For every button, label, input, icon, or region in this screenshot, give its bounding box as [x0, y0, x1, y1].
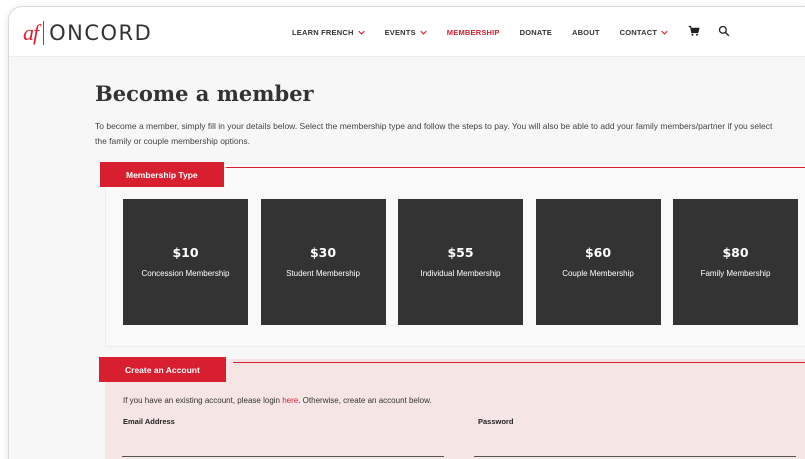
cart-icon[interactable] [688, 25, 702, 39]
nav-label: LEARN FRENCH [292, 27, 354, 37]
email-label: Email Address [123, 417, 175, 426]
card-price: $10 [172, 244, 199, 260]
section-divider [226, 167, 805, 168]
logo-divider [43, 21, 45, 45]
membership-type-section: Membership Type $10 Concession Membershi… [100, 162, 805, 347]
card-name: Individual Membership [420, 268, 501, 278]
intro-text: To become a member, simply fill in your … [95, 121, 773, 146]
nav-item-donate[interactable]: DONATE [520, 28, 552, 37]
card-price: $60 [584, 244, 612, 260]
membership-type-tab: Membership Type [100, 162, 224, 187]
create-account-section: Create an Account If you have an existin… [99, 357, 805, 459]
site-header: af ONCORD LEARN FRENCH EVENTS MEMBERSHIP… [9, 7, 805, 57]
login-prompt-after: . Otherwise, create an account below. [298, 396, 432, 405]
logo-mark: af [23, 20, 39, 45]
card-name: Concession Membership [141, 268, 230, 278]
card-name: Student Membership [286, 268, 360, 278]
login-prompt-before: If you have an existing account, please … [123, 396, 283, 405]
search-icon[interactable] [718, 25, 732, 39]
password-label: Password [478, 417, 514, 426]
email-field[interactable] [122, 431, 444, 457]
nav-label: MEMBERSHIP [446, 27, 500, 37]
section-divider [233, 362, 805, 363]
nav-label: EVENTS [384, 27, 416, 37]
page-title: Become a member [95, 81, 314, 106]
nav-item-events[interactable]: EVENTS [385, 28, 427, 37]
main-nav: LEARN FRENCH EVENTS MEMBERSHIP DONATE AB… [292, 25, 748, 39]
nav-label: ABOUT [571, 27, 600, 37]
chevron-down-icon [420, 30, 427, 35]
nav-item-contact[interactable]: CONTACT [620, 28, 669, 37]
card-price: $80 [722, 244, 749, 260]
membership-card-student[interactable]: $30 Student Membership [260, 199, 386, 325]
nav-label: DONATE [519, 27, 552, 37]
site-logo[interactable]: af ONCORD [23, 18, 152, 48]
card-price: $55 [447, 244, 474, 260]
nav-item-learn-french[interactable]: LEARN FRENCH [292, 28, 365, 37]
chevron-down-icon [661, 30, 668, 35]
membership-card-concession[interactable]: $10 Concession Membership [123, 199, 248, 325]
membership-cards: $10 Concession Membership $30 Student Me… [123, 199, 805, 325]
create-account-tab: Create an Account [99, 357, 226, 382]
browser-frame: af ONCORD LEARN FRENCH EVENTS MEMBERSHIP… [8, 6, 805, 459]
nav-label: CONTACT [619, 27, 658, 37]
nav-item-about[interactable]: ABOUT [572, 28, 600, 37]
card-name: Couple Membership [562, 268, 634, 278]
membership-card-family[interactable]: $80 Family Membership [673, 199, 798, 325]
password-field[interactable] [474, 431, 796, 457]
membership-card-couple[interactable]: $60 Couple Membership [535, 199, 661, 325]
card-name: Family Membership [700, 268, 771, 278]
membership-card-individual[interactable]: $55 Individual Membership [398, 199, 523, 325]
card-price: $30 [309, 244, 337, 260]
chevron-down-icon [357, 30, 365, 35]
login-prompt: If you have an existing account, please … [123, 396, 432, 405]
login-link[interactable]: here [282, 396, 298, 405]
nav-item-membership[interactable]: MEMBERSHIP [447, 28, 500, 37]
logo-name: ONCORD [49, 21, 153, 45]
